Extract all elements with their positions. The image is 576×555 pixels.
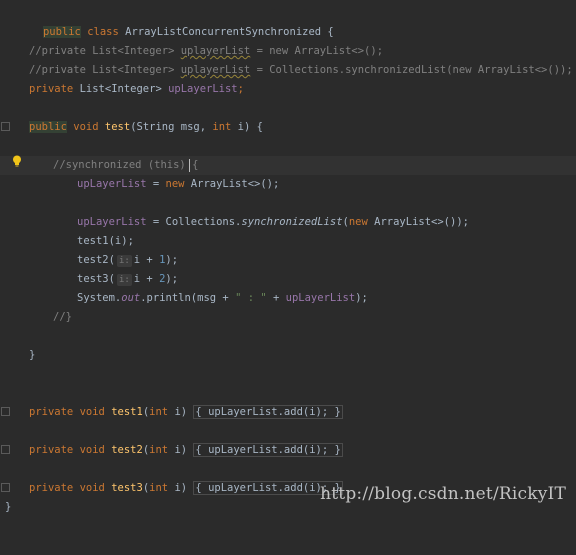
typo-warning: uplayerList bbox=[180, 64, 251, 76]
class-ref: = Collections. bbox=[146, 216, 242, 228]
watermark: http://blog.csdn.net/RickyIT bbox=[320, 484, 566, 504]
keyword: public bbox=[42, 26, 81, 38]
brace: { bbox=[321, 26, 334, 38]
keyword: public bbox=[29, 121, 67, 133]
code-line[interactable]: upLayerList = new ArrayList<>(); bbox=[0, 175, 576, 194]
keyword: int bbox=[149, 406, 169, 418]
code-line-current[interactable]: //synchronized (this) { bbox=[0, 156, 576, 175]
method-call: test3 bbox=[77, 273, 109, 285]
method-call: .println(msg + bbox=[140, 292, 236, 304]
code-line[interactable]: public void test(String msg, int i) { bbox=[0, 118, 576, 137]
comment: = Collections.synchronizedList(new Array… bbox=[250, 64, 573, 76]
code-line[interactable]: test1(i); bbox=[0, 232, 576, 251]
paren: ); bbox=[165, 273, 179, 285]
method-name: test3 bbox=[111, 482, 143, 494]
keyword: private bbox=[29, 444, 74, 456]
string-literal: " : " bbox=[235, 292, 267, 304]
field: upLayerList bbox=[77, 216, 147, 228]
code-line[interactable]: //} bbox=[0, 308, 576, 327]
field: upLayerList bbox=[285, 292, 356, 304]
keyword: new bbox=[348, 216, 368, 228]
comment: //} bbox=[53, 311, 72, 323]
code-editor[interactable]: public class ArrayListConcurrentSynchron… bbox=[0, 0, 576, 517]
operator: + bbox=[266, 292, 286, 304]
constructor: ArrayList<>(); bbox=[184, 178, 280, 190]
keyword: int bbox=[212, 121, 232, 133]
parameter-hint: i: bbox=[116, 274, 132, 286]
comment: //private List<Integer> bbox=[29, 45, 181, 57]
keyword: void bbox=[79, 406, 105, 418]
params: (String msg, bbox=[130, 121, 213, 133]
code-line[interactable]: private void test2(int i) { upLayerList.… bbox=[0, 441, 576, 460]
text-caret bbox=[189, 159, 190, 172]
code-line[interactable]: System.out.println(msg + " : " + upLayer… bbox=[0, 289, 576, 308]
class-name: ArrayListConcurrentSynchronized bbox=[125, 26, 322, 38]
code-line[interactable]: private void test1(int i) { upLayerList.… bbox=[0, 403, 576, 422]
collapsed-body[interactable]: { upLayerList.add(i); } bbox=[193, 405, 343, 419]
comment: //synchronized (this) { bbox=[53, 159, 199, 171]
code-line[interactable]: upLayerList = Collections.synchronizedLi… bbox=[0, 213, 576, 232]
keyword: void bbox=[79, 482, 105, 494]
code-line[interactable]: //private List<Integer> uplayerList = ne… bbox=[0, 42, 576, 61]
fold-marker-icon[interactable] bbox=[1, 122, 10, 131]
method-name: test1 bbox=[111, 406, 143, 418]
keyword: class bbox=[87, 26, 119, 38]
code-line[interactable]: } bbox=[0, 346, 576, 365]
keyword: void bbox=[79, 444, 105, 456]
keyword: int bbox=[149, 444, 169, 456]
operator: = bbox=[146, 178, 166, 190]
typo-warning: uplayerList bbox=[180, 45, 251, 57]
field: upLayerList bbox=[168, 83, 238, 95]
field: upLayerList bbox=[77, 178, 147, 190]
fold-marker-icon[interactable] bbox=[1, 483, 10, 492]
params: i) bbox=[168, 482, 194, 494]
static-field: out bbox=[121, 292, 141, 304]
lightbulb-icon[interactable] bbox=[12, 155, 22, 167]
code-line[interactable]: test3(i: i + 2); bbox=[0, 270, 576, 289]
keyword: private bbox=[29, 406, 74, 418]
method-name: test2 bbox=[111, 444, 143, 456]
code-line[interactable]: test2(i: i + 1); bbox=[0, 251, 576, 270]
paren: ); bbox=[165, 254, 179, 266]
code-line[interactable]: public class ArrayListConcurrentSynchron… bbox=[0, 4, 576, 38]
keyword: void bbox=[73, 121, 99, 133]
comment: = new ArrayList<>(); bbox=[250, 45, 384, 57]
params: i) bbox=[168, 444, 194, 456]
params: i) bbox=[168, 406, 194, 418]
fold-marker-icon[interactable] bbox=[1, 407, 10, 416]
brace: } bbox=[29, 349, 36, 361]
method-name: test bbox=[104, 121, 131, 133]
semicolon: ; bbox=[237, 83, 244, 95]
params: i) { bbox=[231, 121, 263, 133]
collapsed-body[interactable]: { upLayerList.add(i); } bbox=[193, 443, 343, 457]
keyword: private bbox=[29, 83, 74, 95]
comment: //private List<Integer> bbox=[29, 64, 181, 76]
method-call: test1(i); bbox=[77, 235, 134, 247]
constructor: ArrayList<>()); bbox=[367, 216, 469, 228]
type: List<Integer> bbox=[73, 83, 169, 95]
method-call: test2 bbox=[77, 254, 109, 266]
keyword: new bbox=[165, 178, 185, 190]
parameter-hint: i: bbox=[116, 255, 132, 267]
code-line[interactable]: private List<Integer> upLayerList; bbox=[0, 80, 576, 99]
code-line[interactable]: //private List<Integer> uplayerList = Co… bbox=[0, 61, 576, 80]
keyword: private bbox=[29, 482, 74, 494]
class-ref: System. bbox=[77, 292, 122, 304]
keyword: int bbox=[149, 482, 169, 494]
static-method: synchronizedList bbox=[241, 216, 343, 228]
expression: i + bbox=[133, 254, 160, 266]
expression: i + bbox=[133, 273, 160, 285]
paren: ); bbox=[355, 292, 368, 304]
brace: } bbox=[5, 501, 12, 513]
fold-marker-icon[interactable] bbox=[1, 445, 10, 454]
